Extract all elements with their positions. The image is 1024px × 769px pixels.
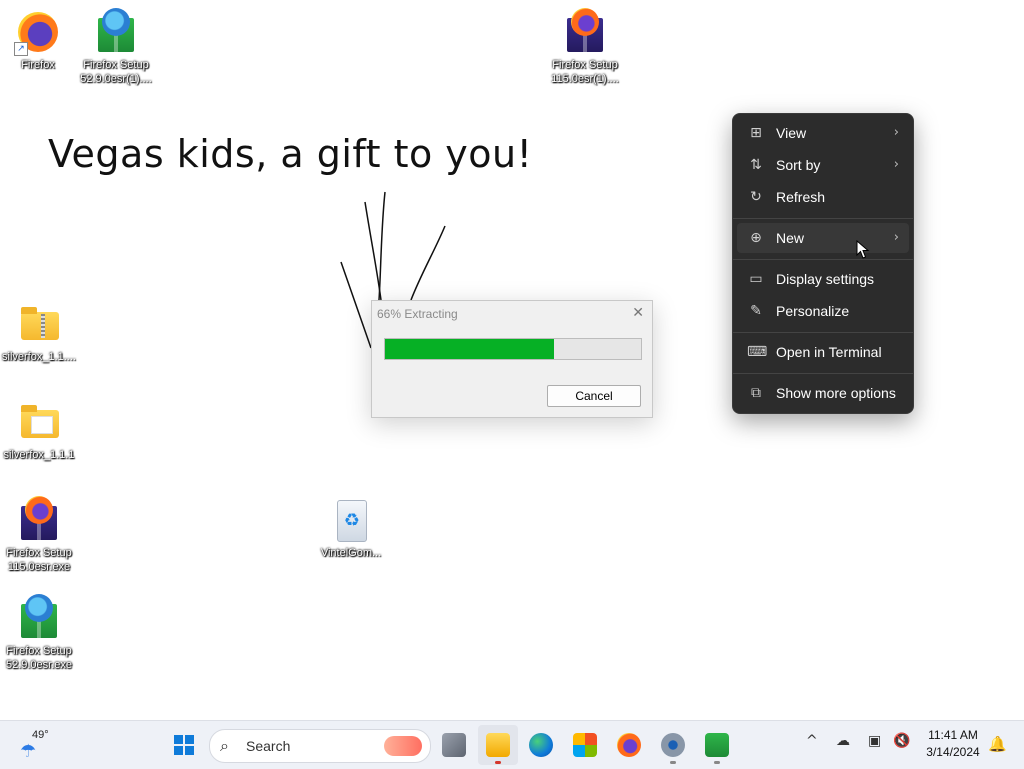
folder-icon [15,398,63,446]
desktop-icon-label: Firefox Setup 52.9.0esr.exe [5,645,73,671]
search-icon: ⌕ [220,736,229,755]
grid-icon: ⊞ [750,125,762,141]
chevron-right-icon: › [893,230,899,245]
chevron-up-icon[interactable]: ^ [806,733,818,749]
windows-logo-icon [174,735,194,755]
installer-taskbar-button[interactable] [697,725,737,765]
installer-icon [15,496,63,544]
gear-icon [661,733,685,757]
desktop-icon-firefox-setup-52-1[interactable]: Firefox Setup 52.9.0esr(1).... [74,8,158,86]
running-indicator [670,761,676,764]
task-view-button[interactable] [434,725,474,765]
umbrella-icon: ☂ [20,741,37,762]
extraction-dialog: 66% Extracting ✕ Cancel [371,300,653,418]
cancel-button[interactable]: Cancel [547,385,641,407]
store-icon [573,733,597,757]
menu-item-show-more-options[interactable]: ⧉ Show more options [737,378,909,408]
menu-item-label: Open in Terminal [776,344,882,360]
menu-item-label: Personalize [776,303,850,319]
clock-time: 11:41 AM [928,728,978,742]
menu-separator [733,373,913,374]
menu-item-open-in-terminal[interactable]: ⌨ Open in Terminal [737,337,909,367]
weather-temperature: 49° [32,729,49,741]
close-icon[interactable]: ✕ [632,305,644,321]
search-highlight-icon [384,736,422,756]
menu-item-new[interactable]: ⊕ New › [737,223,909,253]
desktop-icon-vintelgom[interactable]: ♻ VintelGom... [309,496,393,560]
menu-item-sort-by[interactable]: ⇅ Sort by › [737,150,909,180]
desktop-icon-silverfox-zip[interactable]: silverfox_1.1.... [0,300,81,364]
taskbar-search[interactable]: ⌕ Search [209,729,431,763]
plus-circle-icon: ⊕ [750,230,762,246]
expand-icon: ⧉ [751,385,761,401]
desktop-icon-firefox[interactable]: ↗ Firefox [0,8,80,72]
task-view-icon [442,733,466,757]
sort-icon: ⇅ [750,157,762,173]
settings-button[interactable] [653,725,693,765]
store-button[interactable] [565,725,605,765]
display-icon: ▭ [749,271,763,287]
menu-item-label: New [776,230,805,246]
desktop-icon-label: Firefox [21,59,55,71]
taskbar: 49° ☂ ⌕ Search ^ ☁ ▣ 🔇 11:41 AM 3/14/202… [0,720,1024,769]
menu-item-label: Display settings [776,271,875,287]
recycle-bin-icon: ♻ [327,496,375,544]
desktop-icon-firefox-setup-52[interactable]: Firefox Setup 52.9.0esr.exe [0,594,81,672]
desktop-icon-firefox-setup-115-1[interactable]: Firefox Setup 115.0esr(1).... [543,8,627,86]
search-label: Search [246,738,291,754]
menu-item-view[interactable]: ⊞ View › [737,118,909,148]
mouse-cursor-icon [856,240,870,259]
edge-button[interactable] [521,725,561,765]
desktop-context-menu: ⊞ View › ⇅ Sort by › ↻ Refresh ⊕ New › ▭… [732,113,914,414]
desktop-icon-label: Firefox Setup 115.0esr.exe [6,547,72,573]
progress-fill [385,339,554,359]
weather-widget[interactable]: 49° ☂ [18,729,58,762]
firefox-icon: ↗ [14,8,62,56]
clock-date: 3/14/2024 [926,745,980,759]
start-button[interactable] [164,725,204,765]
chevron-right-icon: › [893,157,899,172]
menu-item-personalize[interactable]: ✎ Personalize [737,296,909,326]
menu-separator [733,259,913,260]
menu-item-refresh[interactable]: ↻ Refresh [737,182,909,212]
desktop-icon-label: Firefox Setup 115.0esr(1).... [551,59,619,85]
edge-icon [529,733,553,757]
desktop-icon-label: VintelGom... [320,547,382,559]
wallpaper-headline: Vegas kids, a gift to you! [48,132,533,176]
terminal-icon: ⌨ [747,344,768,360]
installer-icon [561,8,609,56]
onedrive-icon[interactable]: ☁ [836,733,850,749]
installer-icon [15,594,63,642]
pen-icon: ✎ [750,303,762,319]
system-clock[interactable]: 11:41 AM 3/14/2024 [920,727,986,761]
folder-icon [486,733,510,757]
chevron-right-icon: › [893,125,899,140]
notification-bell-icon[interactable]: 🔔 [988,735,1007,753]
extraction-progress-bar [384,338,642,360]
running-indicator [495,761,501,764]
menu-item-label: Show more options [776,385,896,401]
desktop-icon-label: silverfox_1.1.... [2,351,76,363]
refresh-icon: ↻ [750,189,762,205]
menu-item-label: View [776,125,807,141]
menu-item-display-settings[interactable]: ▭ Display settings [737,264,909,294]
volume-muted-icon[interactable]: 🔇 [893,733,910,749]
firefox-icon [617,733,641,757]
zip-folder-icon [15,300,63,348]
desktop-icon-label: Firefox Setup 52.9.0esr(1).... [80,59,152,85]
desktop-icon-label: silverfox_1.1.1 [3,449,75,461]
installer-icon [705,733,729,757]
file-explorer-button[interactable] [478,725,518,765]
menu-separator [733,218,913,219]
desktop-icon-silverfox-folder[interactable]: silverfox_1.1.1 [0,398,81,462]
network-icon[interactable]: ▣ [868,733,881,749]
installer-icon [92,8,140,56]
firefox-button[interactable] [609,725,649,765]
dialog-title: 66% Extracting [377,307,458,321]
desktop-icon-firefox-setup-115[interactable]: Firefox Setup 115.0esr.exe [0,496,81,574]
menu-item-label: Refresh [776,189,826,205]
menu-separator [733,332,913,333]
menu-item-label: Sort by [776,157,821,173]
running-indicator [714,761,720,764]
